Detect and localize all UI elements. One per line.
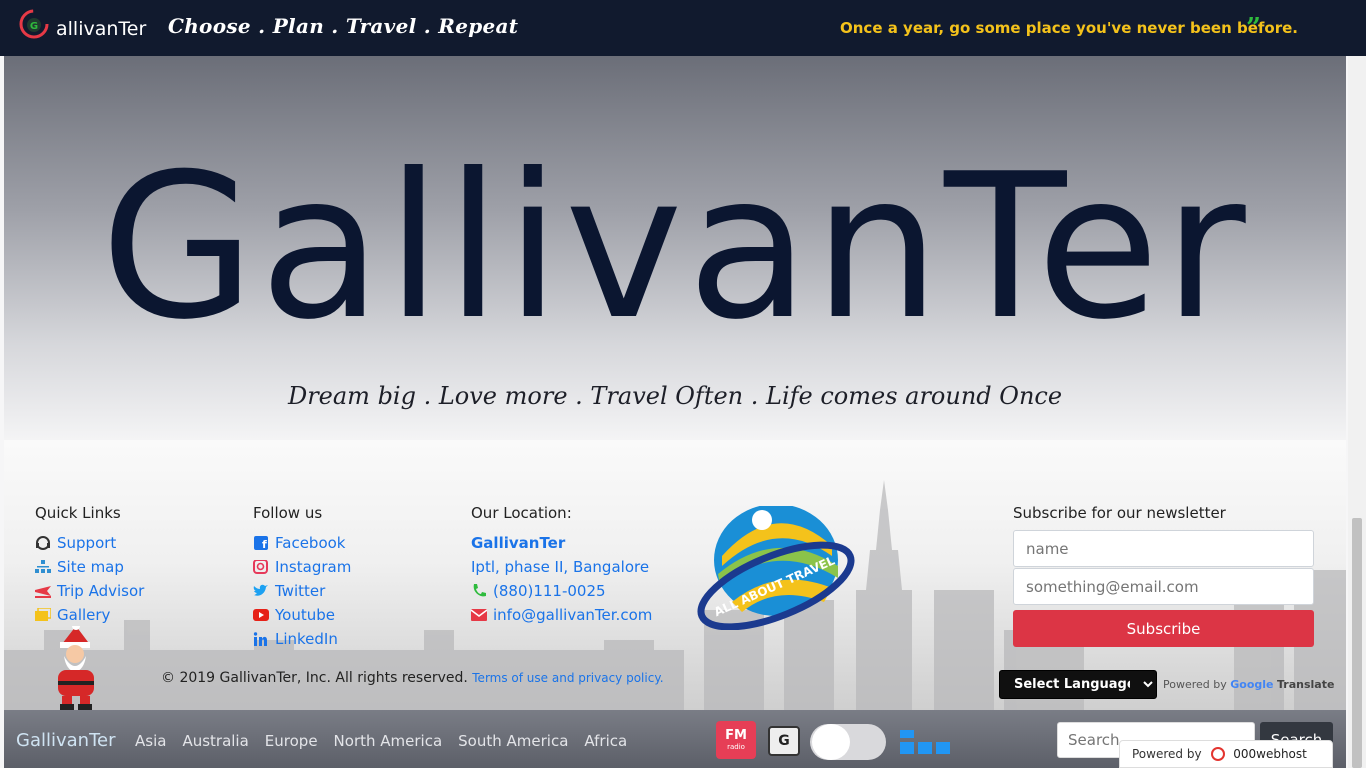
brand-logo-icon[interactable]: G	[18, 8, 50, 40]
region-link-asia[interactable]: Asia	[135, 732, 166, 750]
bottom-brand[interactable]: GallivanTer	[16, 730, 115, 751]
google-translate-credit: Powered by Google Translate	[1163, 678, 1334, 691]
header-tagline: Choose . Plan . Travel . Repeat	[168, 14, 519, 38]
newsletter-email-input[interactable]	[1013, 568, 1314, 605]
fm-sub-label: radio	[727, 743, 745, 751]
plane-icon	[35, 586, 51, 598]
brand-name[interactable]: allivanTer	[56, 18, 146, 40]
email-link[interactable]: info@gallivanTer.com	[471, 603, 652, 627]
language-select[interactable]: Select Language	[999, 670, 1157, 699]
images-icon	[35, 608, 51, 621]
terms-link[interactable]: Terms of use and privacy policy.	[472, 671, 663, 685]
quick-links-column: Quick Links Support Site map Trip Adviso…	[35, 504, 144, 627]
quick-link-label[interactable]: Support	[57, 534, 116, 552]
webhost-badge[interactable]: Powered by 000webhost	[1119, 740, 1333, 768]
hero-subtitle: Dream big . Love more . Travel Often . L…	[287, 382, 1063, 410]
quick-link-trip-advisor[interactable]: Trip Advisor	[35, 579, 144, 603]
envelope-icon	[471, 609, 487, 621]
newsletter-heading: Subscribe for our newsletter	[1013, 504, 1226, 522]
phone-icon	[473, 584, 486, 597]
social-link-linkedin[interactable]: LinkedIn	[253, 627, 351, 651]
quick-link-label[interactable]: Trip Advisor	[57, 582, 144, 600]
webhost-logo-icon	[1211, 747, 1226, 761]
region-links: Asia Australia Europe North America Sout…	[135, 732, 643, 750]
social-link-twitter[interactable]: Twitter	[253, 579, 351, 603]
facebook-icon: f	[254, 536, 268, 550]
social-link-label[interactable]: Instagram	[275, 558, 351, 576]
linkedin-icon	[253, 632, 267, 646]
header-quote: Once a year, go some place you've never …	[840, 19, 1299, 37]
google-logo-text[interactable]: Google	[1230, 678, 1273, 691]
phone-link[interactable]: (880)111-0025	[471, 579, 652, 603]
region-link-north-america[interactable]: North America	[334, 732, 443, 750]
powered-by-text: Powered by	[1163, 678, 1227, 691]
fm-radio-button[interactable]: FM radio	[716, 721, 756, 759]
webhost-powered-text: Powered by	[1132, 747, 1202, 761]
location-column: Our Location: GallivanTer Iptl, phase II…	[471, 504, 652, 627]
phone-number[interactable]: (880)111-0025	[493, 582, 606, 600]
newsletter-name-input[interactable]	[1013, 530, 1314, 567]
webhost-name: 000webhost	[1233, 747, 1307, 761]
hero-title: GallivanTer	[100, 131, 1250, 364]
follow-us-heading: Follow us	[253, 504, 323, 522]
quick-link-label[interactable]: Site map	[57, 558, 124, 576]
email-address[interactable]: info@gallivanTer.com	[493, 606, 652, 624]
social-link-label[interactable]: Twitter	[275, 582, 325, 600]
toggle-knob[interactable]	[812, 724, 850, 760]
region-link-australia[interactable]: Australia	[182, 732, 248, 750]
subscribe-button[interactable]: Subscribe	[1013, 610, 1314, 647]
youtube-icon	[253, 609, 269, 621]
location-heading: Our Location:	[471, 504, 572, 522]
quick-link-gallery[interactable]: Gallery	[35, 603, 144, 627]
quick-link-sitemap[interactable]: Site map	[35, 555, 144, 579]
region-link-europe[interactable]: Europe	[265, 732, 318, 750]
sitemap-icon	[35, 560, 51, 573]
translate-icon[interactable]: G	[768, 726, 800, 756]
copyright-text: © 2019 GallivanTer, Inc. All rights rese…	[161, 670, 468, 686]
location-address: Iptl, phase II, Bangalore	[471, 558, 650, 576]
blocks-icon[interactable]	[900, 730, 952, 760]
quick-link-label[interactable]: Gallery	[57, 606, 110, 624]
social-link-label[interactable]: Youtube	[275, 606, 335, 624]
social-link-label[interactable]: LinkedIn	[275, 630, 338, 648]
instagram-icon	[253, 560, 268, 574]
quick-link-support[interactable]: Support	[35, 531, 144, 555]
scrollbar-thumb[interactable]	[1352, 518, 1362, 768]
hero-banner: GallivanTer Dream big . Love more . Trav…	[4, 56, 1346, 440]
svg-text:G: G	[30, 21, 38, 32]
fm-label: FM	[725, 728, 747, 743]
region-link-africa[interactable]: Africa	[584, 732, 627, 750]
translate-text[interactable]: Translate	[1277, 678, 1334, 691]
social-link-label[interactable]: Facebook	[275, 534, 345, 552]
quick-links-heading: Quick Links	[35, 504, 121, 522]
top-navbar: G allivanTer Choose . Plan . Travel . Re…	[0, 0, 1366, 56]
social-link-facebook[interactable]: f Facebook	[253, 531, 351, 555]
copyright-line: © 2019 GallivanTer, Inc. All rights rese…	[161, 670, 664, 686]
svg-text:f: f	[262, 538, 267, 550]
social-link-youtube[interactable]: Youtube	[253, 603, 351, 627]
all-about-travel-badge: ALL ABOUT TRAVEL	[697, 506, 855, 630]
quote-right-icon: ”	[1246, 13, 1261, 43]
site-footer: Quick Links Support Site map Trip Adviso…	[4, 440, 1346, 710]
page-scrollbar[interactable]	[1348, 56, 1366, 768]
twitter-icon	[253, 584, 268, 596]
region-link-south-america[interactable]: South America	[458, 732, 568, 750]
location-name: GallivanTer	[471, 534, 566, 552]
newsletter-form: Subscribe for our newsletter Subscribe	[1013, 504, 1314, 647]
follow-us-column: Follow us f Facebook Instagram Twitter Y…	[253, 504, 351, 651]
theme-toggle[interactable]	[810, 724, 886, 760]
headset-icon	[36, 536, 50, 550]
santa-image	[58, 626, 94, 710]
social-link-instagram[interactable]: Instagram	[253, 555, 351, 579]
